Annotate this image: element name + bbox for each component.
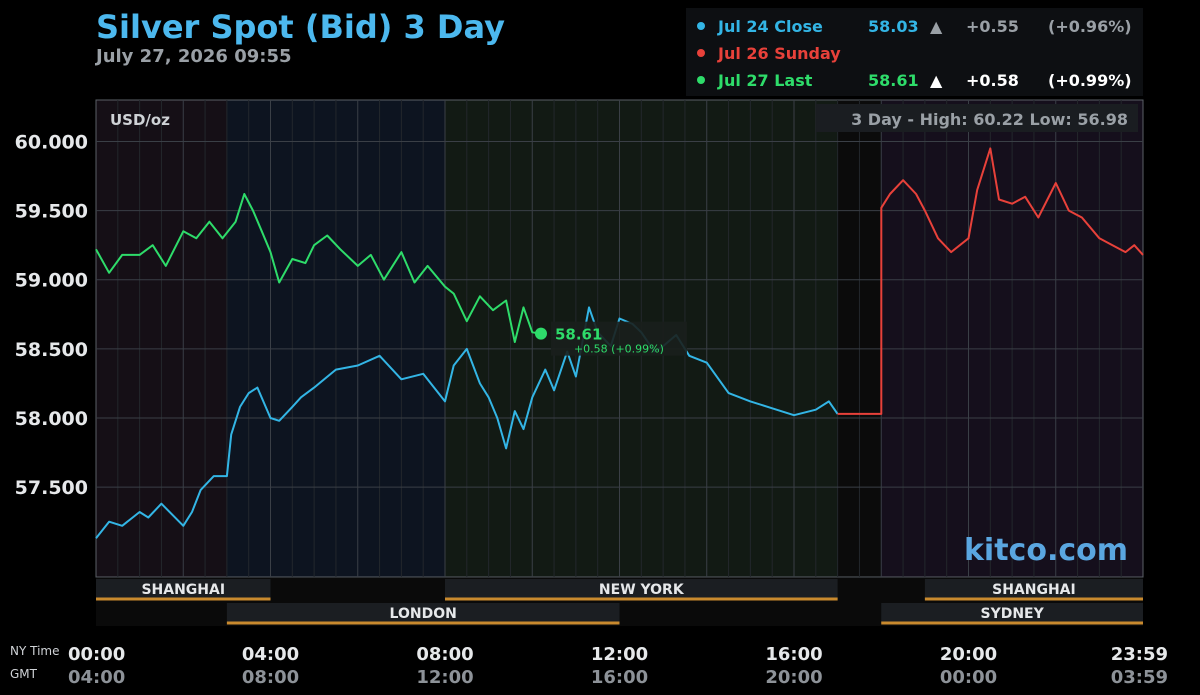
x-tick-gmt: 20:00 bbox=[765, 667, 822, 688]
session-label: LONDON bbox=[390, 606, 457, 622]
session-label: SHANGHAI bbox=[992, 582, 1076, 598]
x-tick-gmt: 04:00 bbox=[68, 667, 125, 688]
session-label: SHANGHAI bbox=[141, 582, 225, 598]
unit-label: USD/oz bbox=[110, 111, 170, 129]
watermark: kitco.com bbox=[964, 533, 1128, 568]
x-tick-ny: 16:00 bbox=[765, 644, 822, 665]
session-label: NEW YORK bbox=[599, 582, 685, 598]
x-tick-ny: 12:00 bbox=[591, 644, 648, 665]
y-tick-label: 59.500 bbox=[15, 201, 88, 223]
current-change: +0.58 (+0.99%) bbox=[574, 343, 664, 356]
x-tick-gmt: 16:00 bbox=[591, 667, 648, 688]
ny-time-label: NY Time bbox=[10, 644, 60, 658]
x-tick-gmt: 03:59 bbox=[1111, 667, 1168, 688]
x-tick-ny: 00:00 bbox=[68, 644, 125, 665]
y-tick-label: 58.000 bbox=[15, 408, 88, 430]
x-tick-ny: 20:00 bbox=[940, 644, 997, 665]
y-tick-label: 58.500 bbox=[15, 339, 88, 361]
current-point bbox=[534, 327, 547, 340]
y-tick-label: 60.000 bbox=[15, 131, 88, 153]
x-tick-ny: 08:00 bbox=[416, 644, 473, 665]
x-tick-gmt: 00:00 bbox=[940, 667, 997, 688]
x-tick-gmt: 12:00 bbox=[416, 667, 473, 688]
price-chart[interactable]: USD/oz 3 Day - High: 60.22 Low: 56.98 ki… bbox=[0, 0, 1200, 695]
x-tick-gmt: 08:00 bbox=[242, 667, 299, 688]
x-tick-ny: 23:59 bbox=[1111, 644, 1168, 665]
y-tick-label: 59.000 bbox=[15, 270, 88, 292]
y-tick-label: 57.500 bbox=[15, 477, 88, 499]
current-value: 58.61 bbox=[555, 326, 602, 344]
range-text: 3 Day - High: 60.22 Low: 56.98 bbox=[851, 110, 1128, 129]
gmt-label: GMT bbox=[10, 667, 38, 681]
session-label: SYDNEY bbox=[980, 606, 1044, 622]
x-tick-ny: 04:00 bbox=[242, 644, 299, 665]
